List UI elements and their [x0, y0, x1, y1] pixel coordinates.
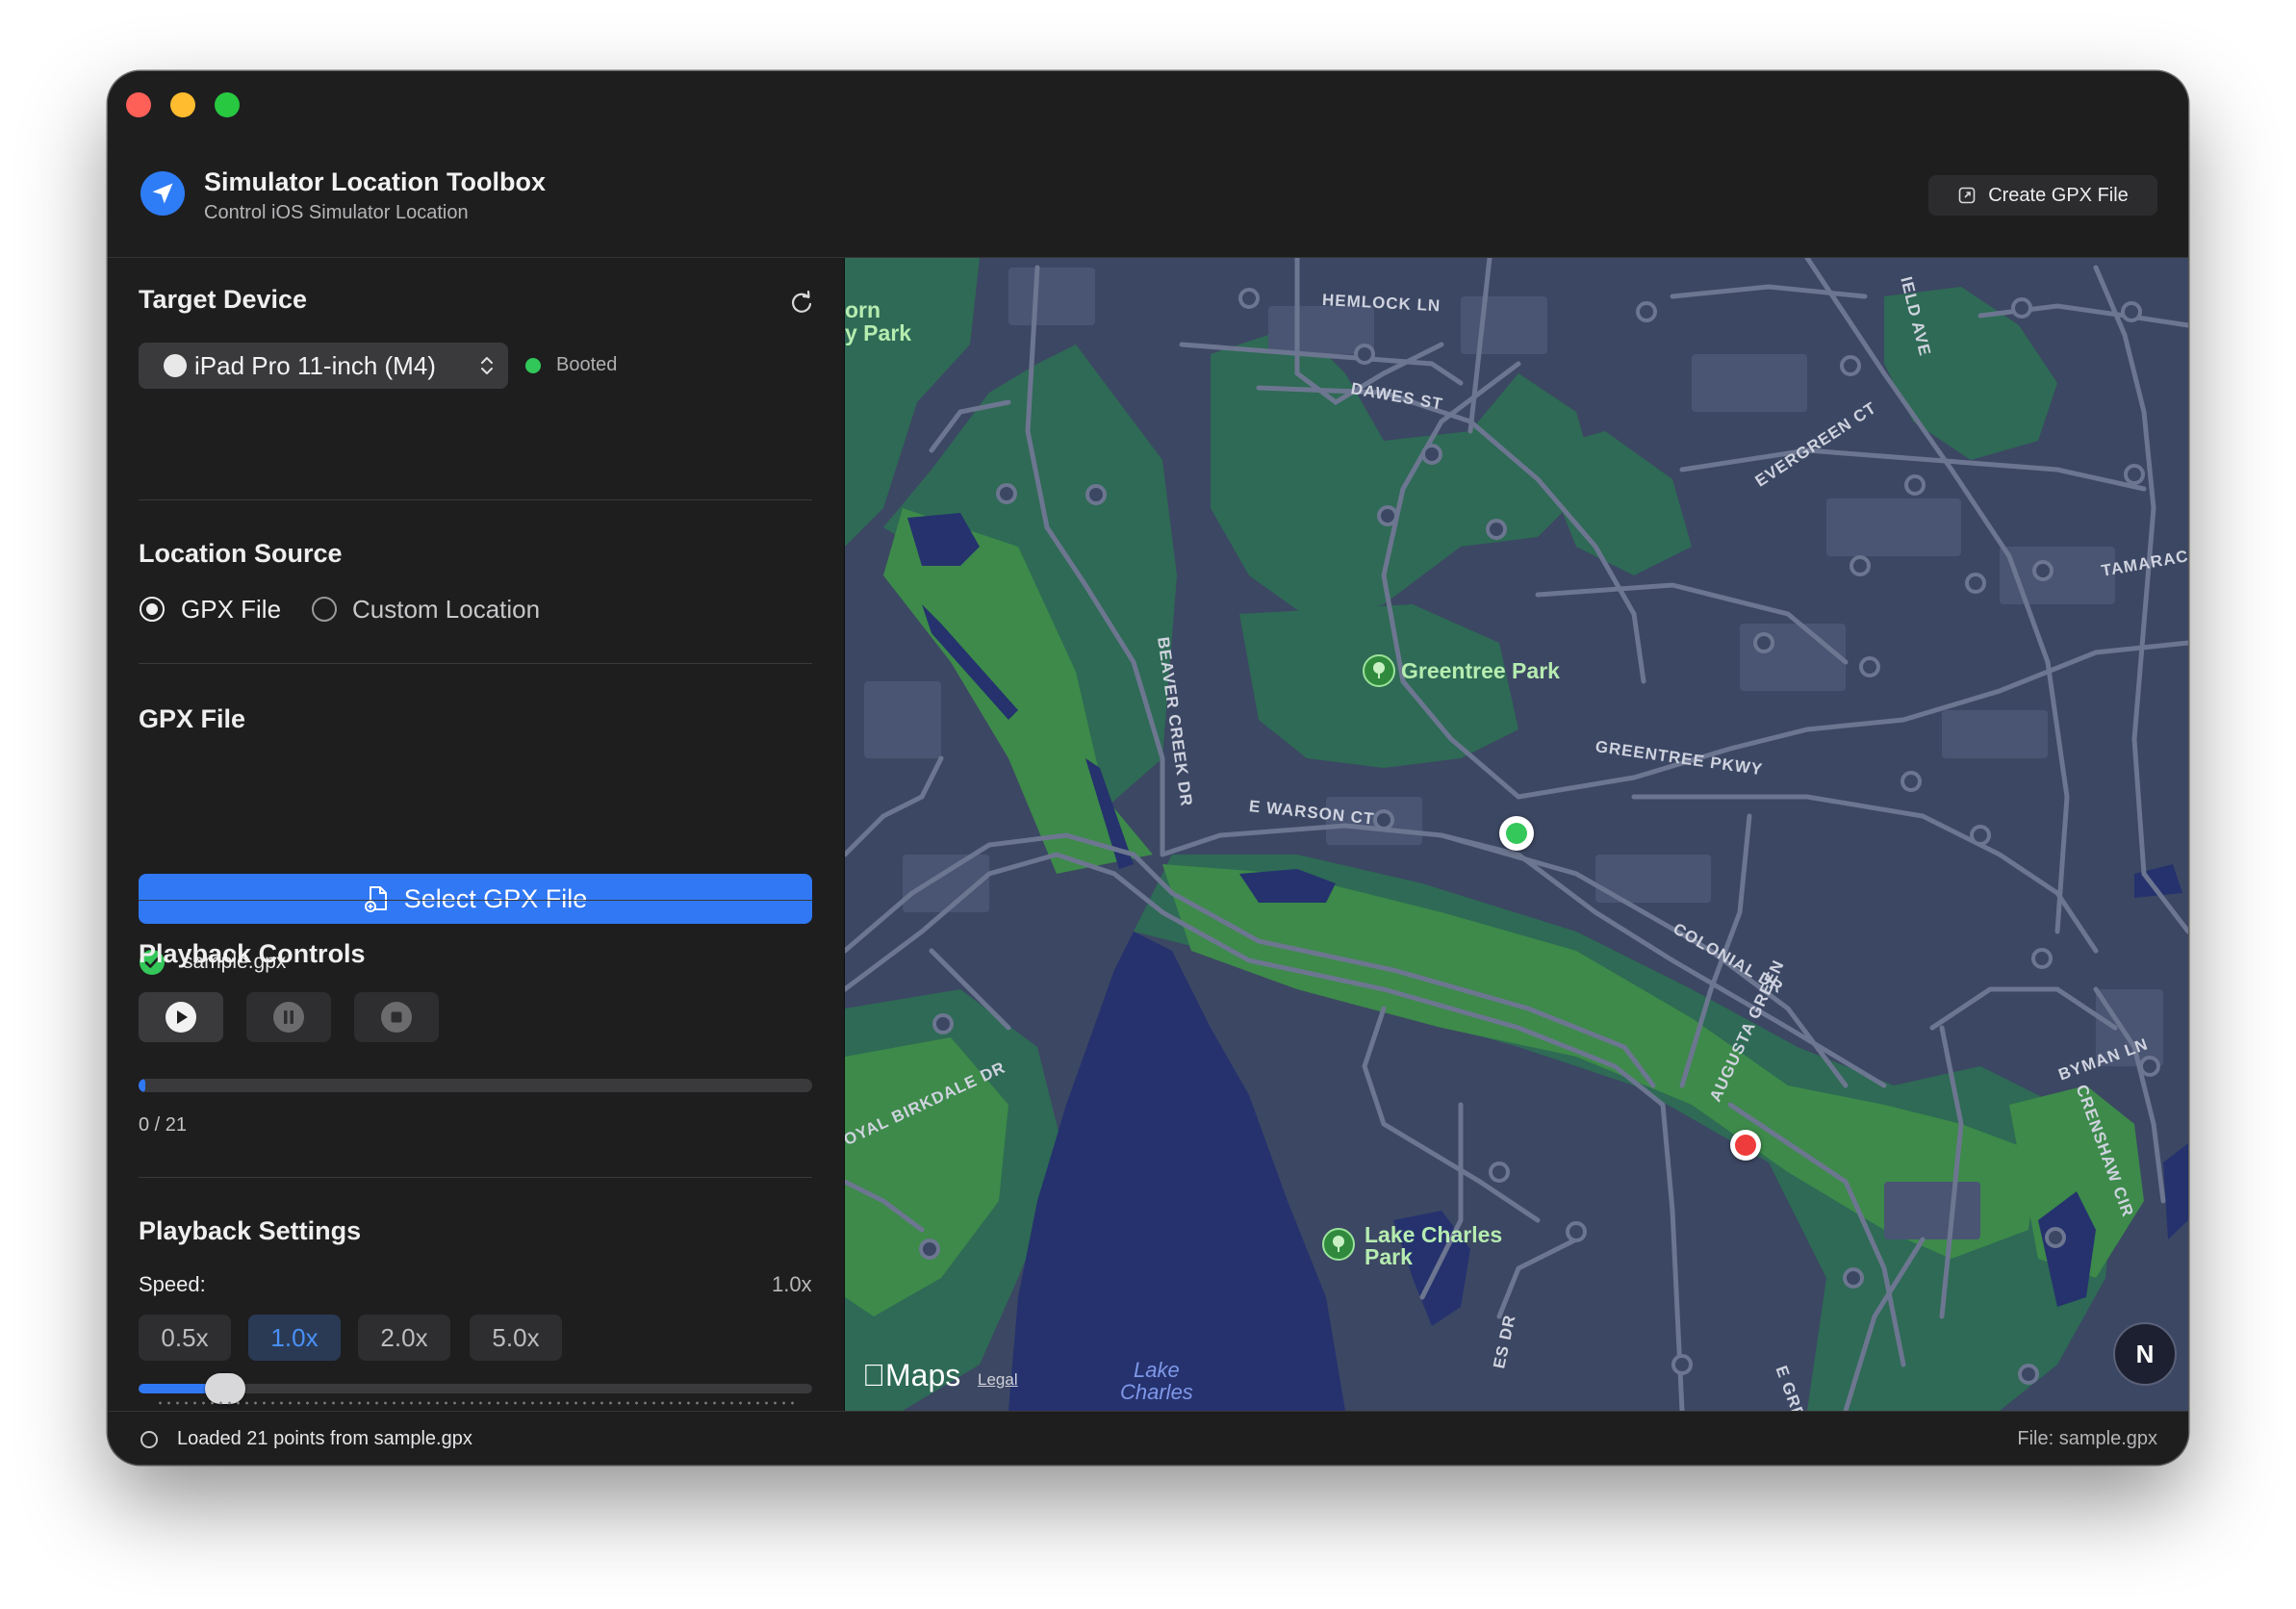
- stop-button[interactable]: [354, 992, 439, 1042]
- create-gpx-label: Create GPX File: [1988, 184, 2129, 206]
- pause-icon: [273, 1002, 304, 1033]
- play-icon: [166, 1002, 196, 1033]
- map-view[interactable]: HEMLOCK LN DAWES ST IELD AVE EVERGREEN C…: [845, 258, 2188, 1411]
- sidebar: Target Device iPad Pro 11-inch (M4) Boot…: [108, 258, 845, 1411]
- park-label-greentree: Greentree Park: [1401, 658, 1560, 683]
- custom-location-radio-label[interactable]: Custom Location: [352, 595, 540, 625]
- divider: [139, 663, 812, 664]
- slider-fill: [139, 1384, 216, 1393]
- title-bar: Simulator Location Toolbox Control iOS S…: [108, 71, 2188, 258]
- device-name: iPad Pro 11-inch (M4): [194, 350, 436, 380]
- refresh-icon[interactable]: [787, 289, 816, 318]
- custom-location-radio[interactable]: [312, 597, 337, 622]
- park-label-lake-charles: Lake Charles Park: [1365, 1222, 1503, 1269]
- legal-link[interactable]: Legal: [978, 1370, 1018, 1390]
- target-device-title: Target Device: [139, 285, 308, 314]
- playback-controls-title: Playback Controls: [139, 939, 366, 968]
- playback-settings-title: Playback Settings: [139, 1216, 362, 1245]
- park-tree-icon: [1322, 1228, 1355, 1261]
- route-end-pin[interactable]: [1730, 1130, 1761, 1161]
- speed-label: Speed:: [139, 1272, 206, 1296]
- device-select[interactable]: iPad Pro 11-inch (M4): [139, 343, 508, 389]
- status-file: File: sample.gpx: [2017, 1428, 2157, 1449]
- file-add-icon: [364, 886, 387, 912]
- status-circle-icon: [140, 1431, 158, 1448]
- zoom-window-button[interactable]: [215, 92, 240, 117]
- status-bar: Loaded 21 points from sample.gpx File: s…: [108, 1411, 2188, 1465]
- app-window: Simulator Location Toolbox Control iOS S…: [108, 71, 2188, 1465]
- device-status: Booted: [556, 354, 618, 375]
- status-message: Loaded 21 points from sample.gpx: [177, 1428, 472, 1449]
- park-label: orn y Park: [845, 297, 912, 345]
- speed-slider-knob[interactable]: [204, 1373, 245, 1404]
- minimize-window-button[interactable]: [170, 92, 195, 117]
- app-title: Simulator Location Toolbox: [204, 167, 546, 196]
- pause-button[interactable]: [246, 992, 331, 1042]
- maps-brand-text: Maps: [862, 1358, 960, 1392]
- external-link-icon: [1958, 187, 1976, 204]
- playback-progress-bar: [139, 1079, 812, 1092]
- gpx-file-title: GPX File: [139, 704, 246, 733]
- divider: [139, 1177, 812, 1178]
- speed-value: 1.0x: [772, 1272, 812, 1296]
- divider: [139, 900, 812, 901]
- route-start-pin[interactable]: [1499, 816, 1534, 851]
- app-subtitle: Control iOS Simulator Location: [204, 202, 469, 223]
- status-indicator: [525, 358, 541, 373]
- device-icon: [164, 354, 187, 377]
- chevron-updown-icon: [481, 357, 493, 374]
- location-source-title: Location Source: [139, 539, 343, 568]
- select-gpx-button[interactable]: Select GPX File: [139, 874, 812, 924]
- park-tree-icon: [1363, 654, 1395, 687]
- close-window-button[interactable]: [126, 92, 151, 117]
- speed-2-0x-button[interactable]: 2.0x: [358, 1315, 450, 1361]
- slider-ticks: [156, 1401, 795, 1405]
- speed-5-0x-button[interactable]: 5.0x: [470, 1315, 562, 1361]
- speed-1-0x-button[interactable]: 1.0x: [248, 1315, 341, 1361]
- stop-icon: [381, 1002, 412, 1033]
- create-gpx-button[interactable]: Create GPX File: [1928, 175, 2157, 216]
- select-gpx-label: Select GPX File: [403, 883, 588, 913]
- compass-icon[interactable]: N: [2113, 1322, 2177, 1386]
- play-button[interactable]: [139, 992, 223, 1042]
- gpx-file-radio[interactable]: [140, 597, 165, 622]
- speed-0-5x-button[interactable]: 0.5x: [139, 1315, 231, 1361]
- divider: [139, 499, 812, 500]
- location-arrow-icon: [140, 171, 185, 216]
- gpx-file-radio-label[interactable]: GPX File: [181, 595, 281, 625]
- water-label: Lake Charles: [1120, 1358, 1193, 1404]
- progress-text: 0 / 21: [139, 1114, 188, 1136]
- apple-maps-logo: Maps: [862, 1358, 960, 1393]
- progress-fill: [139, 1079, 145, 1092]
